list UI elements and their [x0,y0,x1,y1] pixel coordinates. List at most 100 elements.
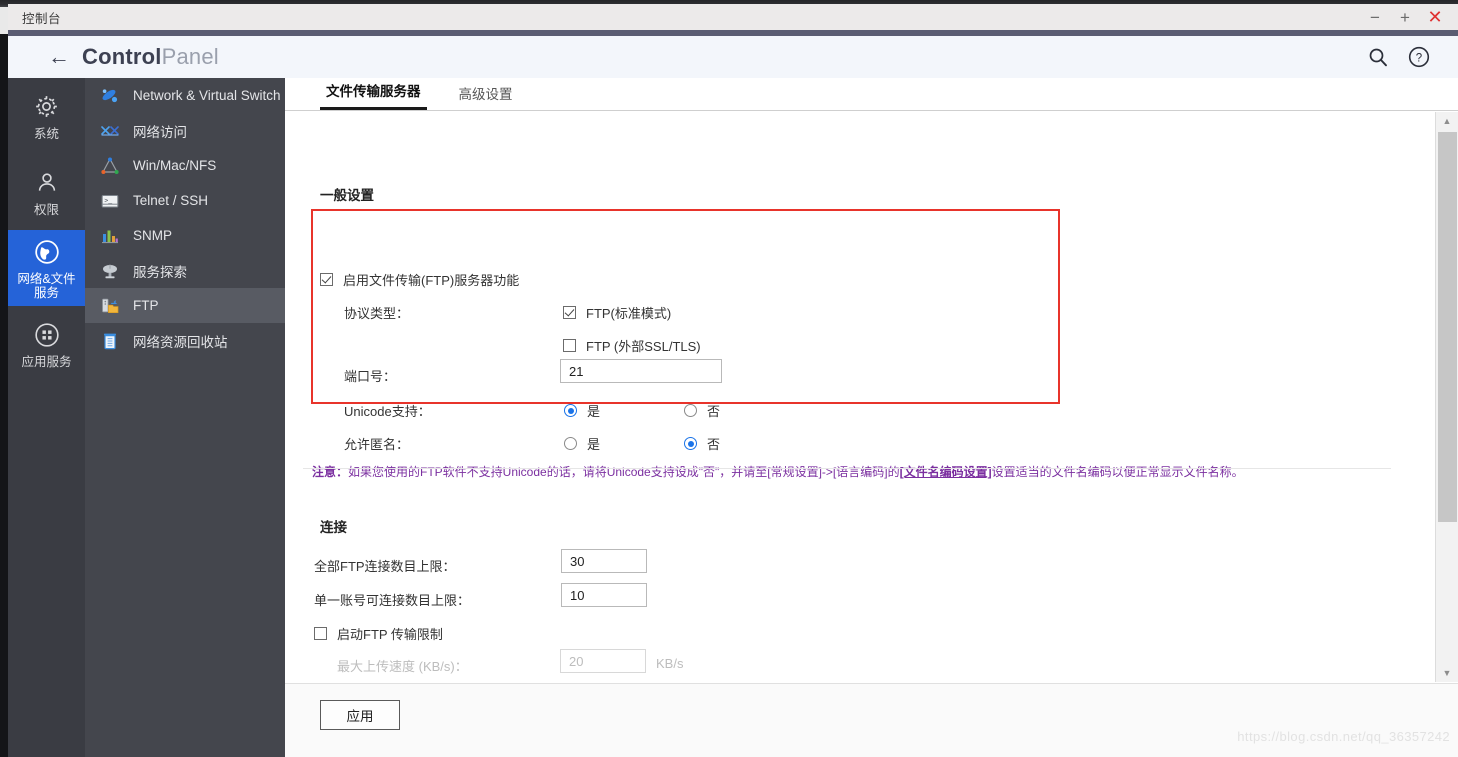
per-account-limit-input[interactable] [561,583,647,607]
app-header: ← ControlPanel ? [8,36,1458,78]
rail-item-system[interactable]: 系统 [8,78,85,154]
sidebar-item-network-recycle-bin[interactable]: 网络资源回收站 [85,323,285,358]
sidebar-item-network-access[interactable]: 网络访问 [85,113,285,148]
window-titlebar: 控制台 − + ✕ [8,4,1458,30]
globe-icon [34,237,60,267]
sidebar-item-label: 网络资源回收站 [133,334,228,350]
connection-section-title: 连接 [320,520,347,535]
content-panel: 文件传输服务器 高级设置 一般设置 启用文件传输(FTP)服务器功能 协议类型：… [285,78,1458,757]
scroll-up-arrow-icon[interactable]: ▲ [1436,112,1458,130]
unicode-yes-radio[interactable] [564,404,577,417]
enable-ftp-checkbox[interactable] [320,273,333,286]
footer-bar: 应用 https://blog.csdn.net/qq_36357242 [285,683,1458,757]
sidebar-item-label: Win/Mac/NFS [133,158,217,173]
scrollbar-thumb[interactable] [1438,132,1457,522]
max-upload-speed-input[interactable] [560,649,646,673]
gear-icon [33,92,60,122]
unicode-label-row: Unicode支持： [344,401,431,420]
sidebar-item-label: Network & Virtual Switch [133,88,281,103]
maximize-button[interactable]: + [1390,6,1420,28]
protocol-ssl-row[interactable]: FTP (外部SSL/TLS) [563,336,701,355]
tab-file-transfer-server[interactable]: 文件传输服务器 [320,80,427,110]
enable-throttle-label: 启动FTP 传输限制 [337,627,443,642]
page-title: ControlPanel [82,44,219,70]
help-icon[interactable]: ? [1408,46,1430,68]
minimize-button[interactable]: − [1360,6,1390,28]
protocol-standard-label: FTP(标准模式) [586,306,672,321]
scroll-down-arrow-icon[interactable]: ▼ [1436,664,1458,682]
port-label: 端口号： [344,369,397,384]
ftp-folder-icon [99,295,121,317]
anonymous-yes-radio[interactable] [564,437,577,450]
unicode-no-label: 否 [707,404,721,419]
protocol-standard-checkbox[interactable] [563,306,576,319]
sidebar-item-win-mac-nfs[interactable]: Win/Mac/NFS [85,148,285,183]
app-root: 控制台 − + ✕ ← ControlPanel ? 系统 权限 网络&文件 服… [0,0,1458,757]
sidebar-item-network-virtual-switch[interactable]: Network & Virtual Switch [85,78,285,113]
total-connection-limit-label: 全部FTP连接数目上限： [314,559,456,574]
anonymous-yes-label: 是 [587,437,601,452]
per-account-limit-label: 单一账号可连接数目上限： [314,593,471,608]
triangle-share-icon [99,155,121,177]
max-upload-speed-unit: KB/s [656,656,684,671]
sidebar-item-telnet-ssh[interactable]: >_ Telnet / SSH [85,183,285,218]
protocol-type-label-row: 协议类型： [344,303,409,322]
network-switch-icon [99,85,121,107]
max-upload-speed-label: 最大上传速度 (KB/s)： [337,659,468,674]
enable-throttle-row[interactable]: 启动FTP 传输限制 [314,624,443,643]
upload-unit-row: KB/s [656,656,683,671]
settings-scroll-area: 一般设置 启用文件传输(FTP)服务器功能 协议类型： FTP(标准模式) FT… [285,112,1435,682]
sidebar-item-service-discovery[interactable]: 服务探索 [85,253,285,288]
protocol-ssl-checkbox[interactable] [563,339,576,352]
enable-ftp-row[interactable]: 启用文件传输(FTP)服务器功能 [320,270,519,289]
enable-throttle-checkbox[interactable] [314,627,327,640]
unicode-no-option[interactable]: 否 [684,401,720,420]
upload-speed-label-row: 最大上传速度 (KB/s)： [337,656,468,675]
sidebar-item-ftp[interactable]: FTP [85,288,285,323]
user-icon [34,168,60,198]
anonymous-label-row: 允许匿名： [344,434,409,453]
unicode-yes-label: 是 [587,404,601,419]
port-label-row: 端口号： [344,366,396,385]
protocol-standard-row[interactable]: FTP(标准模式) [563,303,671,322]
port-input[interactable] [560,359,722,383]
page-title-light: Panel [161,44,219,69]
svg-text:?: ? [1416,53,1422,65]
network-access-icon [99,120,121,142]
unicode-yes-option[interactable]: 是 [564,401,600,420]
rail-item-label: 网络&文件 服务 [17,271,76,300]
primary-nav-rail: 系统 权限 网络&文件 服务 应用服务 [8,78,85,757]
header-icons: ? [1368,46,1430,68]
sidebar-item-label: 网络访问 [133,124,187,140]
enable-ftp-label: 启用文件传输(FTP)服务器功能 [343,273,520,288]
sidebar-item-snmp[interactable]: SNMP [85,218,285,253]
close-button[interactable]: ✕ [1420,6,1450,28]
protocol-ssl-label: FTP (外部SSL/TLS) [586,339,701,354]
total-connection-limit-input[interactable] [561,549,647,573]
tab-advanced-settings[interactable]: 高级设置 [453,83,519,110]
unicode-no-radio[interactable] [684,404,697,417]
vertical-scrollbar[interactable]: ▲ ▼ [1435,112,1458,682]
grid-icon [34,320,60,350]
rail-item-network-file-services[interactable]: 网络&文件 服务 [8,230,85,306]
sidebar-item-label: Telnet / SSH [133,193,209,208]
anonymous-no-label: 否 [707,437,721,452]
rail-item-permissions[interactable]: 权限 [8,154,85,230]
page-title-bold: Control [82,44,162,69]
per-account-limit-label-row: 单一账号可连接数目上限： [314,590,470,609]
search-icon[interactable] [1368,47,1388,67]
terminal-icon: >_ [99,190,121,212]
anonymous-no-option[interactable]: 否 [684,434,720,453]
back-arrow-icon[interactable]: ← [46,46,72,68]
anonymous-yes-option[interactable]: 是 [564,434,600,453]
sidebar-item-label: 服务探索 [133,264,187,280]
protocol-type-label: 协议类型： [344,306,410,321]
window-controls: − + ✕ [1360,6,1450,28]
radar-icon [99,260,121,282]
rail-item-app-services[interactable]: 应用服务 [8,306,85,382]
unicode-label: Unicode支持： [344,404,431,419]
anonymous-label: 允许匿名： [344,437,410,452]
anonymous-no-radio[interactable] [684,437,697,450]
apply-button[interactable]: 应用 [320,700,400,730]
rail-item-label: 权限 [33,202,59,217]
